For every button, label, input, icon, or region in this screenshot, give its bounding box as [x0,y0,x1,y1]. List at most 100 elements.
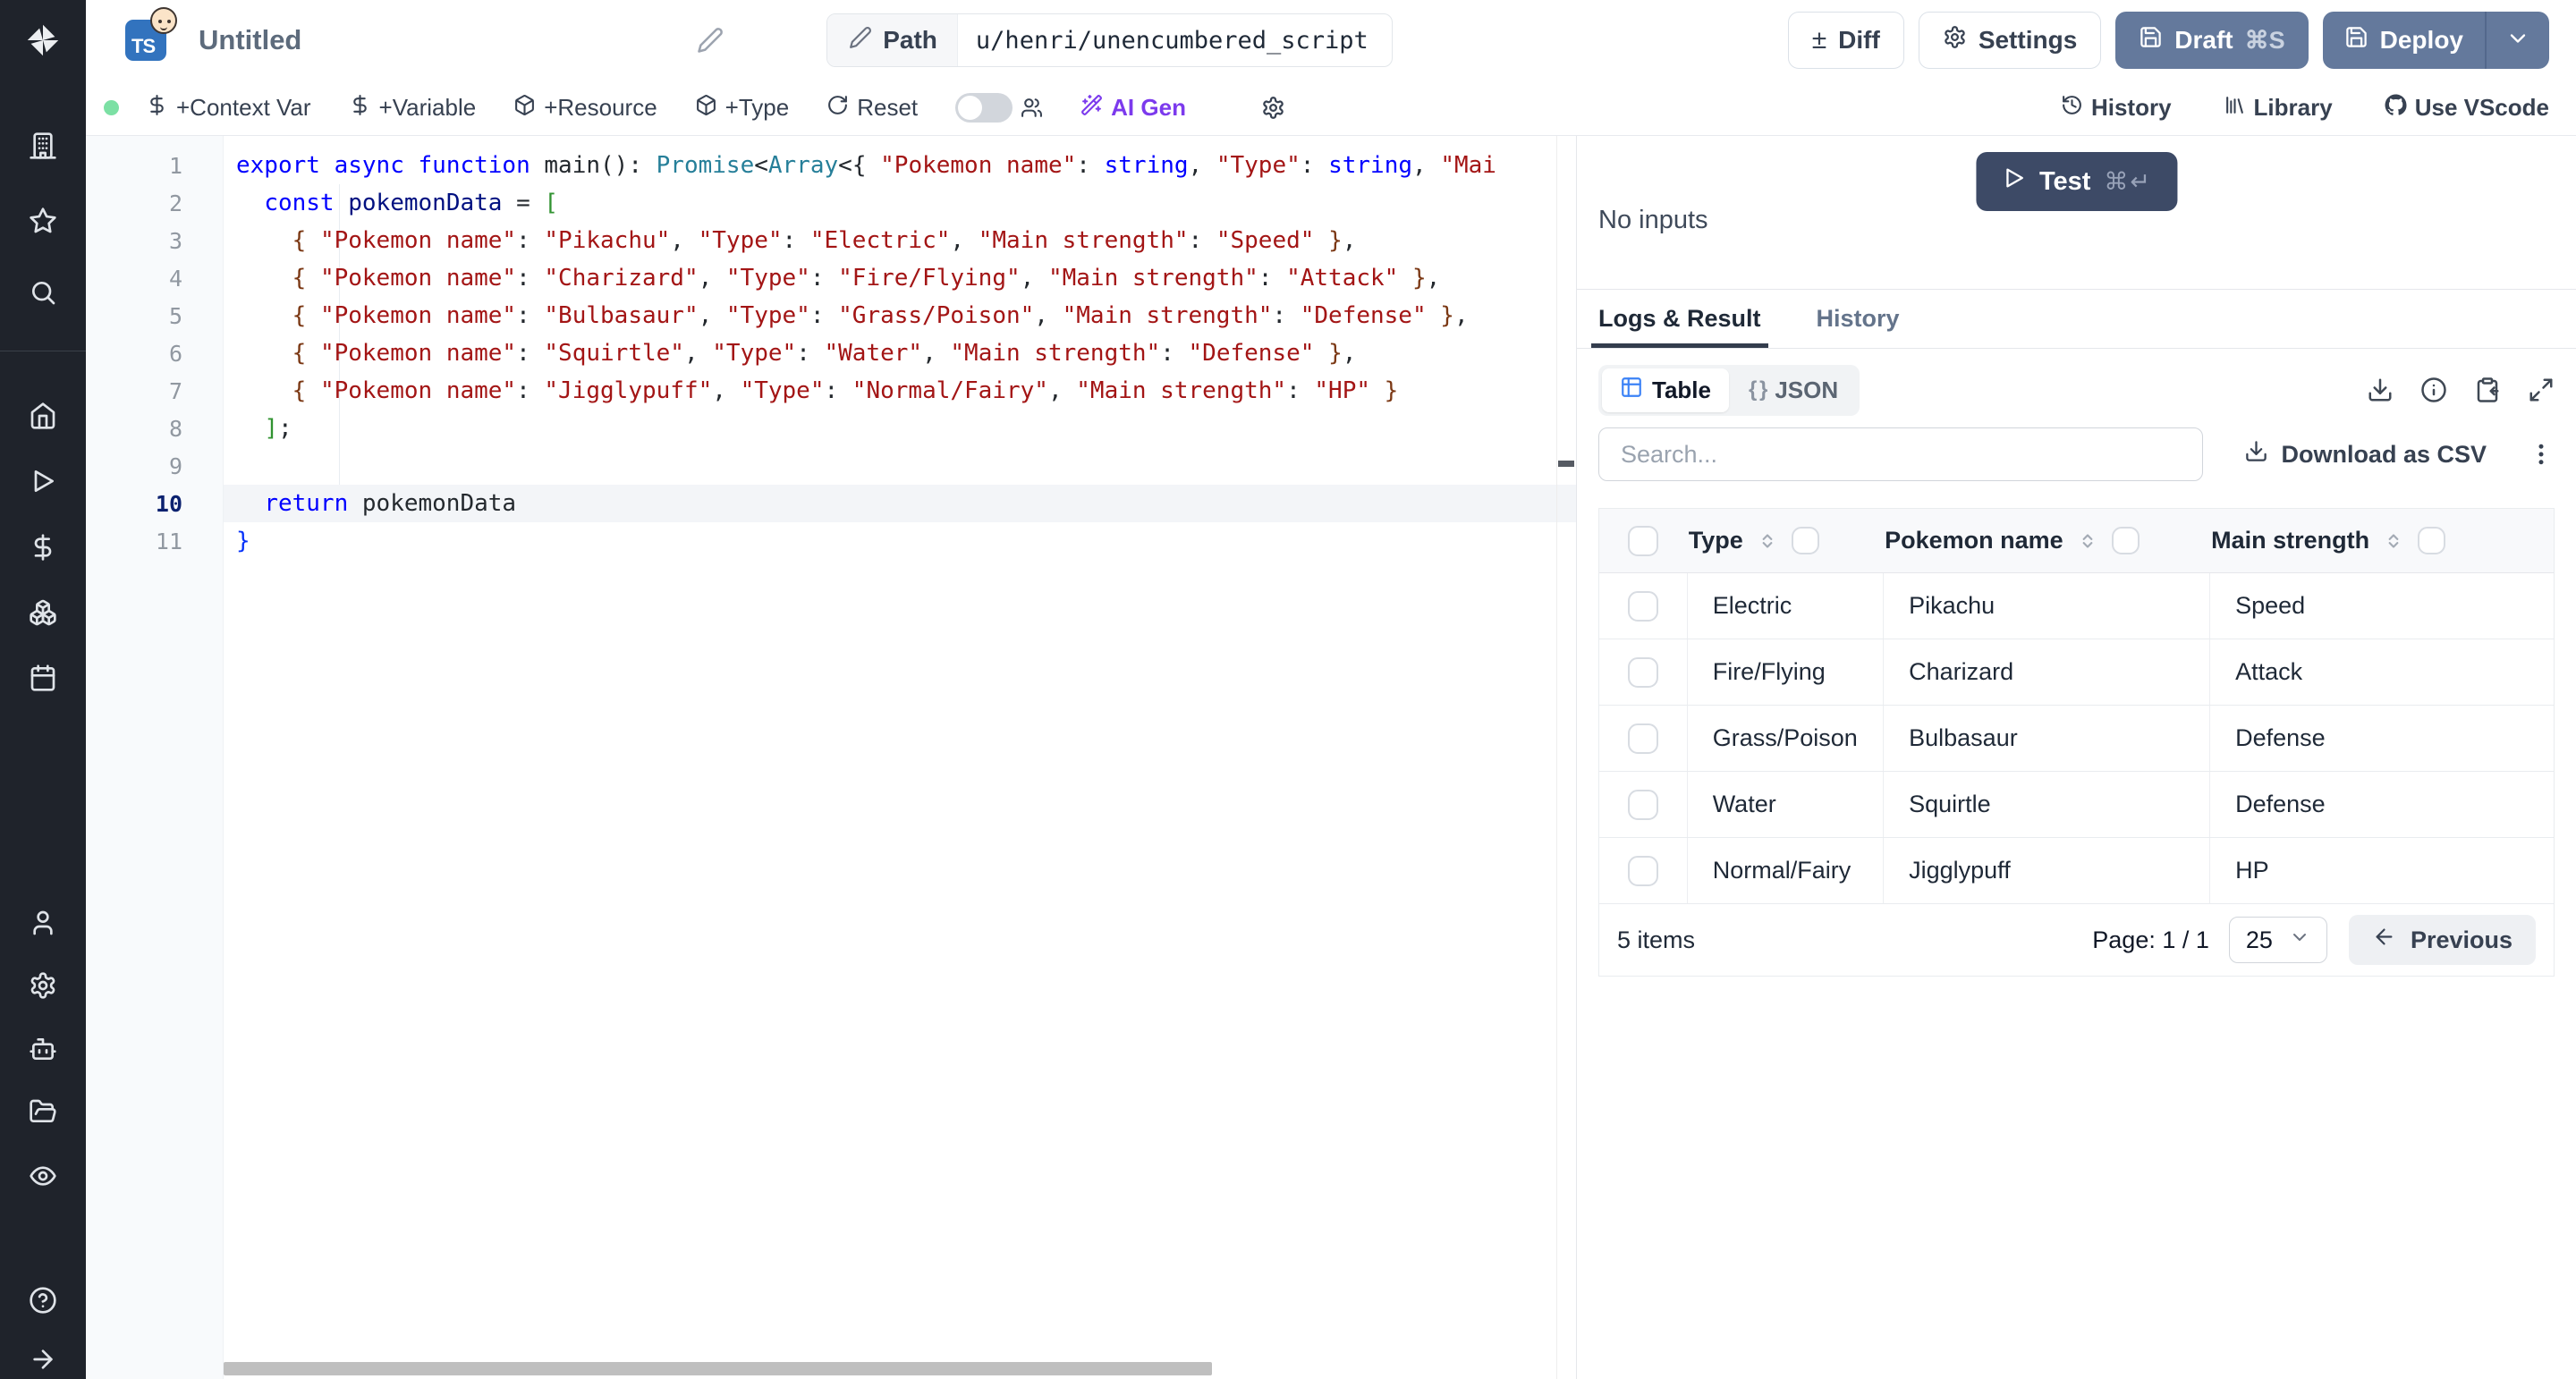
sort-icon[interactable] [1756,529,1779,553]
sidebar-folder-open-icon[interactable] [28,1096,58,1127]
sidebar-settings-icon[interactable] [28,970,58,1001]
code-line[interactable]: 5 { "Pokemon name": "Bulbasaur", "Type":… [86,297,1576,334]
table-row[interactable]: WaterSquirtleDefense [1599,772,2554,838]
toggle-knob [958,96,982,120]
row-checkbox[interactable] [1628,790,1658,820]
ai-gen-button[interactable]: AI Gen [1080,94,1186,123]
sidebar-star-icon[interactable] [28,206,58,236]
sort-icon[interactable] [2382,529,2405,553]
line-number: 7 [86,378,224,404]
select-all-checkbox[interactable] [1628,526,1658,556]
table-row[interactable]: Fire/FlyingCharizardAttack [1599,639,2554,706]
library-button[interactable]: Library [2224,94,2333,123]
column-filter-checkbox[interactable] [2112,527,2140,554]
column-header-main-strength: Main strength [2209,527,2554,554]
column-filter-checkbox[interactable] [2418,527,2445,554]
sidebar-eye-icon[interactable] [28,1161,58,1191]
reset-button[interactable]: Reset [826,94,918,123]
draft-shortcut: ⌘S [2245,27,2285,55]
editor-settings-gear-icon[interactable] [1261,96,1285,120]
sidebar-user-icon[interactable] [28,908,58,938]
view-json-option[interactable]: { } JSON [1731,369,1856,411]
history-button[interactable]: History [2061,94,2172,123]
row-checkbox[interactable] [1628,591,1658,622]
view-table-option[interactable]: Table [1602,368,1729,412]
previous-page-button[interactable]: Previous [2349,915,2536,965]
add-type-button[interactable]: +Type [695,94,790,123]
draft-button-label: Draft [2174,26,2233,55]
draft-button[interactable]: Draft ⌘S [2115,12,2308,69]
table-row[interactable]: Normal/FairyJigglypuffHP [1599,838,2554,904]
table-row[interactable]: Grass/PoisonBulbasaurDefense [1599,706,2554,772]
row-checkbox[interactable] [1628,856,1658,886]
row-checkbox[interactable] [1628,657,1658,688]
page-size-select[interactable]: 25 [2229,917,2327,963]
code-line[interactable]: 4 { "Pokemon name": "Charizard", "Type":… [86,259,1576,297]
settings-button[interactable]: Settings [1919,12,2101,69]
row-checkbox[interactable] [1628,723,1658,754]
library-icon [2224,94,2246,123]
info-icon[interactable] [2420,376,2447,403]
table-row[interactable]: ElectricPikachuSpeed [1599,573,2554,639]
sidebar-play-icon[interactable] [28,466,58,496]
table-cell: Jigglypuff [1883,838,2209,903]
code-line[interactable]: 6 { "Pokemon name": "Squirtle", "Type": … [86,334,1576,372]
sidebar-dollar-icon[interactable] [28,532,58,563]
code-text: export async function main(): Promise<Ar… [224,147,1576,184]
sidebar-bot-icon[interactable] [28,1034,58,1064]
tab-history[interactable]: History [1817,290,1900,348]
path-value[interactable]: u/henri/unencumbered_script [958,27,1392,55]
copy-to-clipboard-icon[interactable] [2474,376,2501,403]
code-line[interactable]: 10 return pokemonData [86,485,1576,522]
editor-horizontal-scrollbar[interactable] [224,1362,1212,1375]
edit-summary-pencil-icon[interactable] [697,27,724,54]
sidebar-search-icon[interactable] [28,277,58,308]
sidebar-building-icon[interactable] [28,131,58,161]
use-vscode-button[interactable]: Use VScode [2385,94,2549,123]
path-field[interactable]: Path u/henri/unencumbered_script [826,13,1393,67]
code-line[interactable]: 3 { "Pokemon name": "Pikachu", "Type": "… [86,222,1576,259]
code-text: { "Pokemon name": "Bulbasaur", "Type": "… [224,297,1576,334]
plus-minus-icon: ± [1812,27,1826,54]
column-filter-checkbox[interactable] [1792,527,1819,554]
sort-icon[interactable] [2076,529,2099,553]
more-options-kebab-icon[interactable] [2528,441,2555,468]
expand-icon[interactable] [2528,376,2555,403]
add-variable-button[interactable]: +Variable [349,94,477,123]
dollar-icon [349,94,371,123]
code-line[interactable]: 8 ]; [86,410,1576,447]
tab-logs-and-result[interactable]: Logs & Result [1598,290,1761,348]
code-line[interactable]: 9 [86,447,1576,485]
sidebar-boxes-icon[interactable] [28,597,58,628]
result-search-input[interactable] [1598,427,2203,481]
code-editor[interactable]: 1export async function main(): Promise<A… [86,136,1576,1379]
library-label: Library [2254,94,2333,122]
sidebar-arrow-right-icon[interactable] [28,1344,58,1375]
edit-path-pencil-icon [849,26,872,55]
add-resource-button[interactable]: +Resource [513,94,657,123]
toggle-switch[interactable] [955,93,1013,123]
code-line[interactable]: 2 const pokemonData = [ [86,184,1576,222]
code-line[interactable]: 1export async function main(): Promise<A… [86,147,1576,184]
download-result-icon[interactable] [2367,376,2394,403]
add-context-var-button[interactable]: +Context Var [146,94,311,123]
line-number: 4 [86,266,224,292]
diff-button[interactable]: ± Diff [1788,12,1904,69]
sidebar-calendar-icon[interactable] [28,663,58,693]
deploy-dropdown-button[interactable] [2485,12,2549,69]
code-line[interactable]: 11} [86,522,1576,560]
sidebar-help-icon[interactable] [28,1285,58,1316]
deploy-button[interactable]: Deploy [2323,12,2485,69]
line-number: 10 [86,491,224,517]
test-button[interactable]: Test ⌘↵ [1976,152,2177,211]
column-header-type: Type [1687,527,1883,554]
save-icon [2139,25,2163,55]
diff-mode-toggle-group [955,93,1043,123]
sidebar-home-icon[interactable] [28,401,58,431]
app-sidebar [0,0,86,1379]
line-number: 3 [86,228,224,254]
download-csv-button[interactable]: Download as CSV [2244,439,2487,470]
table-cell: Squirtle [1883,772,2209,837]
code-line[interactable]: 7 { "Pokemon name": "Jigglypuff", "Type"… [86,372,1576,410]
result-table: Type Pokemon name Main strength Electric… [1598,508,2555,977]
